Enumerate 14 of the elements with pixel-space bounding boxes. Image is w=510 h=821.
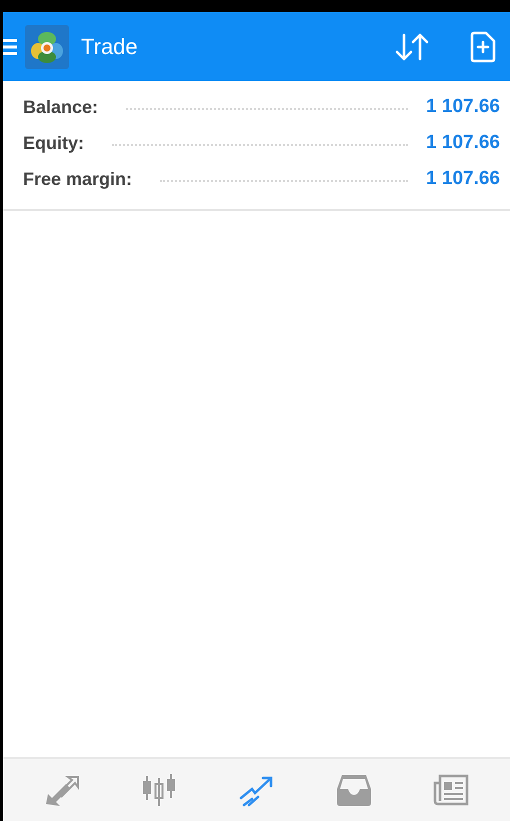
app-logo-icon (25, 24, 69, 68)
summary-label: Equity: (23, 132, 84, 154)
summary-label: Balance: (23, 96, 98, 118)
summary-label: Free margin: (23, 168, 132, 190)
new-order-icon[interactable] (470, 30, 496, 62)
screen-title: Trade (81, 34, 138, 60)
sort-icon[interactable] (394, 32, 430, 62)
inbox-tray-icon[interactable] (336, 773, 372, 807)
diagonal-arrows-icon[interactable] (44, 774, 80, 806)
summary-value: 1 107.66 (426, 132, 500, 154)
newspaper-icon[interactable] (433, 773, 470, 807)
menu-icon[interactable] (3, 38, 17, 56)
summary-value: 1 107.66 (426, 168, 500, 190)
summary-value: 1 107.66 (426, 96, 500, 118)
